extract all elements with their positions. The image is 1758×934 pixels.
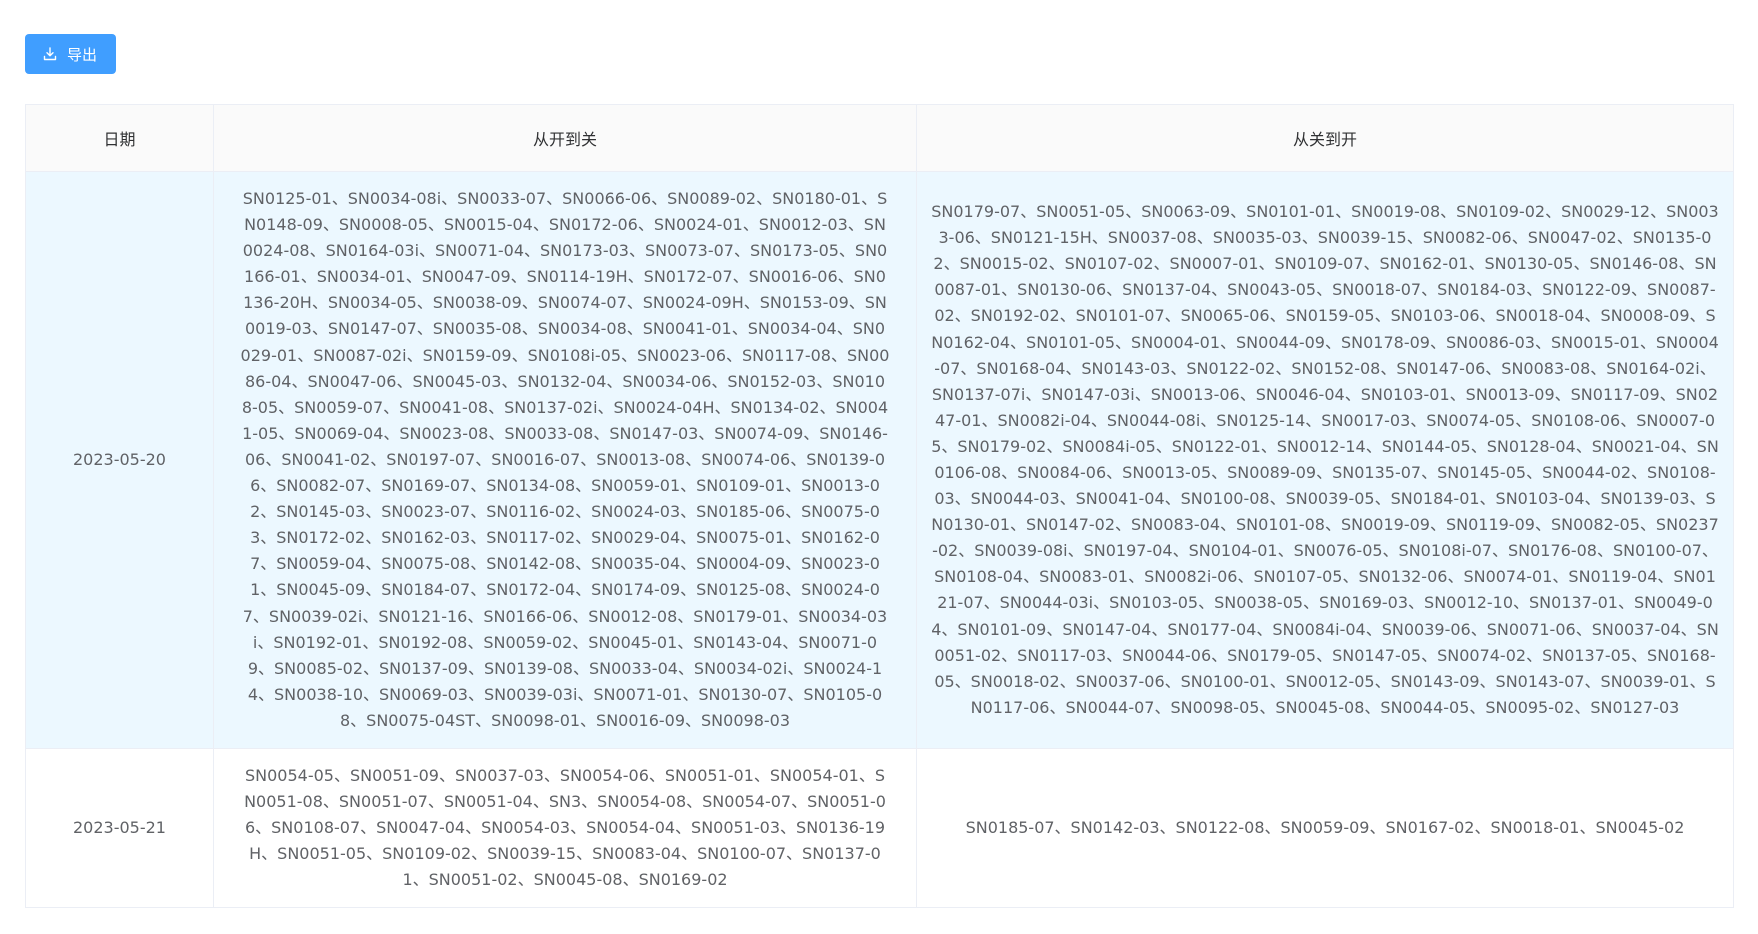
open-to-close-cell: SN0054-05、SN0051-09、SN0037-03、SN0054-06、… — [213, 747, 917, 909]
export-button-label: 导出 — [67, 45, 98, 64]
header-date: 日期 — [25, 104, 214, 172]
date-cell: 2023-05-21 — [25, 747, 214, 909]
header-close-to-open: 从关到开 — [916, 104, 1734, 172]
table-row[interactable]: 2023-05-21 SN0054-05、SN0051-09、SN0037-03… — [25, 747, 1734, 909]
export-button[interactable]: 导出 — [25, 34, 117, 74]
toolbar: 导出 — [25, 34, 117, 74]
open-to-close-cell: SN0125-01、SN0034-08i、SN0033-07、SN0066-06… — [213, 171, 917, 749]
table-row[interactable]: 2023-05-20 SN0125-01、SN0034-08i、SN0033-0… — [25, 171, 1734, 749]
download-icon — [43, 47, 57, 61]
header-open-to-close: 从开到关 — [213, 104, 917, 172]
table-header-row: 日期 从开到关 从关到开 — [25, 104, 1734, 172]
close-to-open-cell: SN0185-07、SN0142-03、SN0122-08、SN0059-09、… — [916, 747, 1734, 909]
data-table: 日期 从开到关 从关到开 2023-05-20 SN0125-01、SN0034… — [25, 104, 1734, 909]
close-to-open-cell: SN0179-07、SN0051-05、SN0063-09、SN0101-01、… — [916, 171, 1734, 749]
date-cell: 2023-05-20 — [25, 171, 214, 749]
